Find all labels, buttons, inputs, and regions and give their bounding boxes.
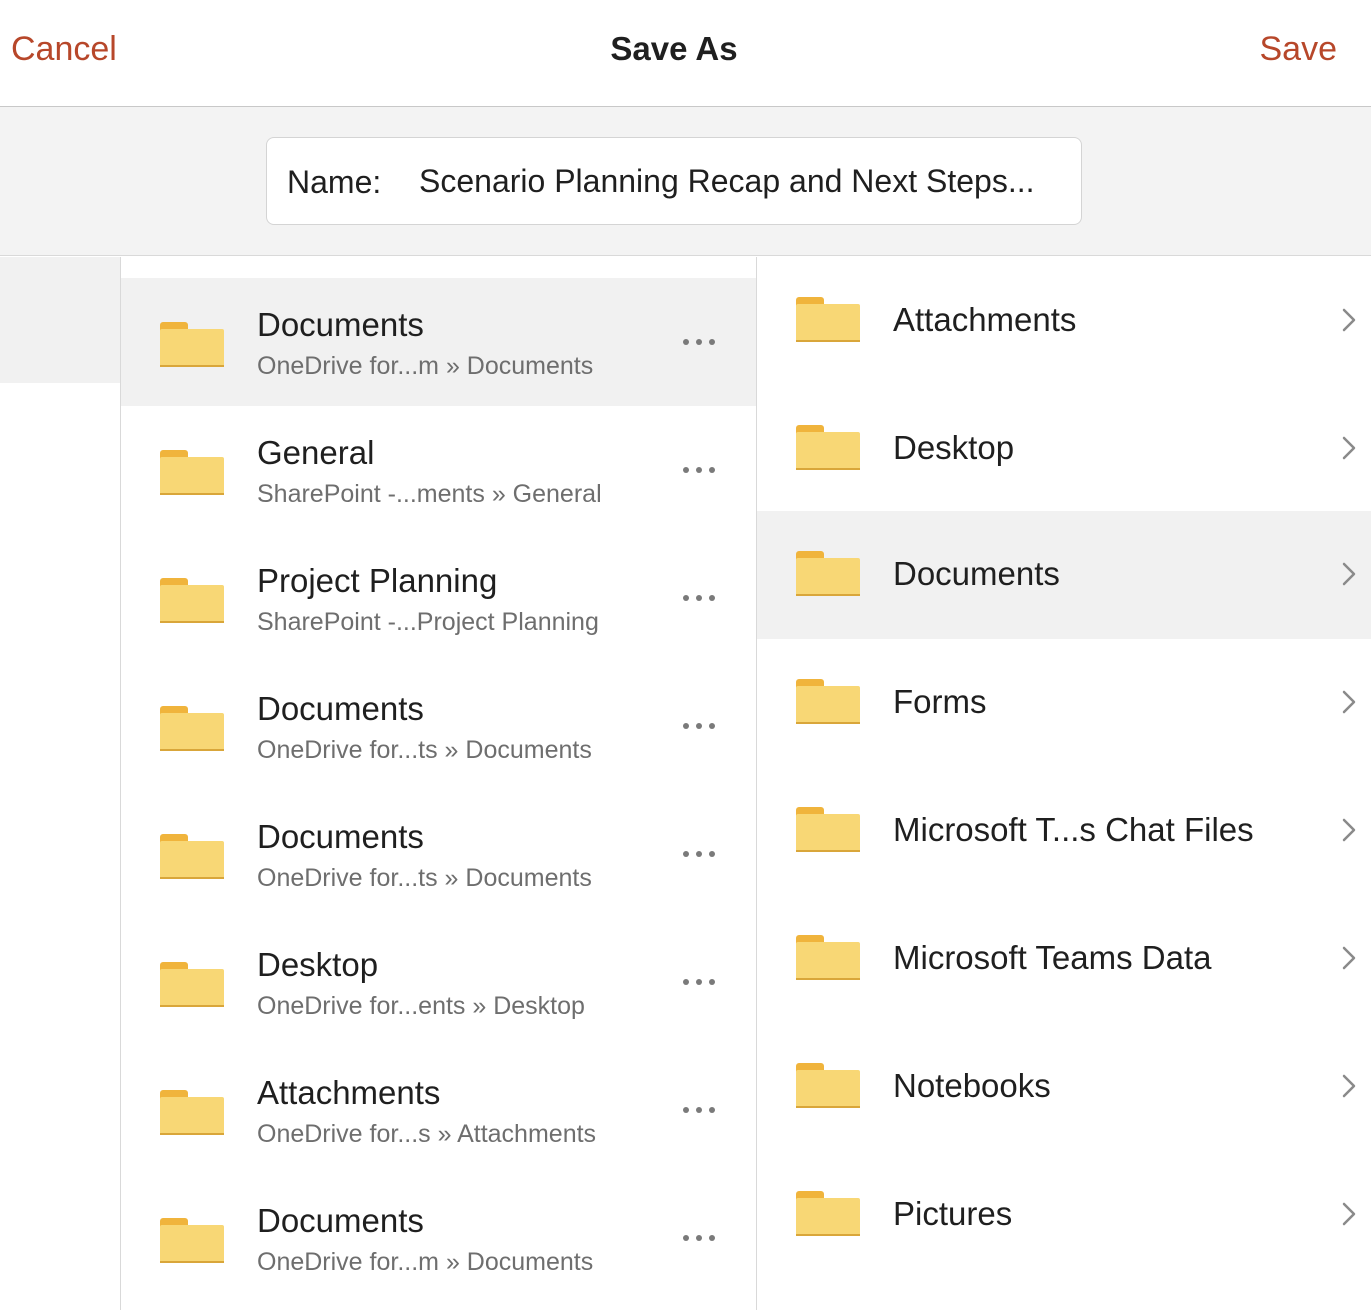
chevron-right-icon xyxy=(1341,817,1357,843)
locations-sidebar xyxy=(0,257,121,1310)
folder-icon xyxy=(795,1189,861,1237)
folder-icon xyxy=(159,832,225,880)
folder-icon xyxy=(795,423,861,471)
folder-name: Documents xyxy=(893,555,1060,592)
folder-row[interactable]: Desktop xyxy=(757,385,1371,513)
recent-location-path: OneDrive for...s » Attachments xyxy=(257,1120,597,1148)
folder-icon xyxy=(795,1061,861,1109)
recent-location-row[interactable]: Documents OneDrive for...ts » Documents xyxy=(121,790,756,918)
nav-header: Cancel Save As Save xyxy=(0,0,1371,107)
sidebar-selected-item[interactable] xyxy=(0,257,120,383)
recent-location-row[interactable]: Documents OneDrive for...m » Documents xyxy=(121,1174,756,1302)
recent-location-row[interactable]: Documents OneDrive for...m » Documents xyxy=(121,278,756,406)
chevron-right-icon xyxy=(1341,307,1357,333)
recent-location-path: OneDrive for...ts » Documents xyxy=(257,736,592,764)
folder-icon xyxy=(159,704,225,752)
dialog-title: Save As xyxy=(610,30,738,67)
recent-location-name: Documents xyxy=(257,1202,424,1239)
folder-icon xyxy=(159,1088,225,1136)
recent-location-name: Desktop xyxy=(257,946,379,983)
folder-browser-list: Attachments Desktop Documents Forms Micr… xyxy=(757,257,1371,1310)
folder-icon xyxy=(795,933,861,981)
recent-location-row[interactable]: Attachments OneDrive for...s » Attachmen… xyxy=(121,1046,756,1174)
recent-locations-list: Documents OneDrive for...m » Documents G… xyxy=(121,257,757,1310)
folder-name: Notebooks xyxy=(893,1067,1051,1104)
recent-location-name: Documents xyxy=(257,690,424,727)
name-bar: Name: xyxy=(0,107,1371,256)
folder-name: Desktop xyxy=(893,429,1015,466)
folder-row[interactable]: Attachments xyxy=(757,257,1371,385)
more-options-icon[interactable] xyxy=(679,462,719,478)
folder-name: Forms xyxy=(893,683,987,720)
folder-name: Attachments xyxy=(893,301,1077,338)
more-options-icon[interactable] xyxy=(679,590,719,606)
recent-location-name: Project Planning xyxy=(257,562,498,599)
file-name-input[interactable] xyxy=(419,158,1069,204)
recent-location-name: Documents xyxy=(257,306,424,343)
folder-icon xyxy=(795,549,861,597)
folder-name: Microsoft T...s Chat Files xyxy=(893,811,1254,848)
chevron-right-icon xyxy=(1341,1073,1357,1099)
more-options-icon[interactable] xyxy=(679,1230,719,1246)
folder-row[interactable]: Pictures xyxy=(757,1151,1371,1279)
folder-row[interactable]: Notebooks xyxy=(757,1023,1371,1151)
folder-row[interactable]: Microsoft T...s Chat Files xyxy=(757,767,1371,895)
recent-location-path: OneDrive for...ts » Documents xyxy=(257,864,592,892)
folder-row[interactable]: Forms xyxy=(757,639,1371,767)
chevron-right-icon xyxy=(1341,561,1357,587)
more-options-icon[interactable] xyxy=(679,1102,719,1118)
recent-location-row[interactable]: General SharePoint -...ments » General xyxy=(121,406,756,534)
recent-location-path: OneDrive for...m » Documents xyxy=(257,1248,594,1276)
folder-icon xyxy=(159,448,225,496)
chevron-right-icon xyxy=(1341,689,1357,715)
recent-location-path: SharePoint -...Project Planning xyxy=(257,608,599,636)
recent-location-name: General xyxy=(257,434,375,471)
folder-name: Microsoft Teams Data xyxy=(893,939,1212,976)
folder-icon xyxy=(159,960,225,1008)
folder-icon xyxy=(159,320,225,368)
folder-icon xyxy=(159,576,225,624)
name-field-container[interactable]: Name: xyxy=(266,137,1082,225)
recent-location-row[interactable]: Desktop OneDrive for...ents » Desktop xyxy=(121,918,756,1046)
more-options-icon[interactable] xyxy=(679,718,719,734)
chevron-right-icon xyxy=(1341,1201,1357,1227)
folder-row[interactable]: Microsoft Teams Data xyxy=(757,895,1371,1023)
chevron-right-icon xyxy=(1341,435,1357,461)
folder-icon xyxy=(795,805,861,853)
recent-location-path: OneDrive for...ents » Desktop xyxy=(257,992,585,1020)
folder-icon xyxy=(159,1216,225,1264)
recent-location-row[interactable]: Project Planning SharePoint -...Project … xyxy=(121,534,756,662)
recent-location-path: OneDrive for...m » Documents xyxy=(257,352,594,380)
more-options-icon[interactable] xyxy=(679,846,719,862)
chevron-right-icon xyxy=(1341,945,1357,971)
folder-row[interactable]: Documents xyxy=(757,511,1371,639)
more-options-icon[interactable] xyxy=(679,334,719,350)
folder-name: Pictures xyxy=(893,1195,1013,1232)
folder-icon xyxy=(795,295,861,343)
more-options-icon[interactable] xyxy=(679,974,719,990)
recent-location-row[interactable]: Documents OneDrive for...ts » Documents xyxy=(121,662,756,790)
folder-icon xyxy=(795,677,861,725)
recent-location-path: SharePoint -...ments » General xyxy=(257,480,602,508)
recent-location-name: Documents xyxy=(257,818,424,855)
save-button[interactable]: Save xyxy=(1260,30,1338,69)
name-label: Name: xyxy=(287,164,382,200)
recent-location-name: Attachments xyxy=(257,1074,441,1111)
